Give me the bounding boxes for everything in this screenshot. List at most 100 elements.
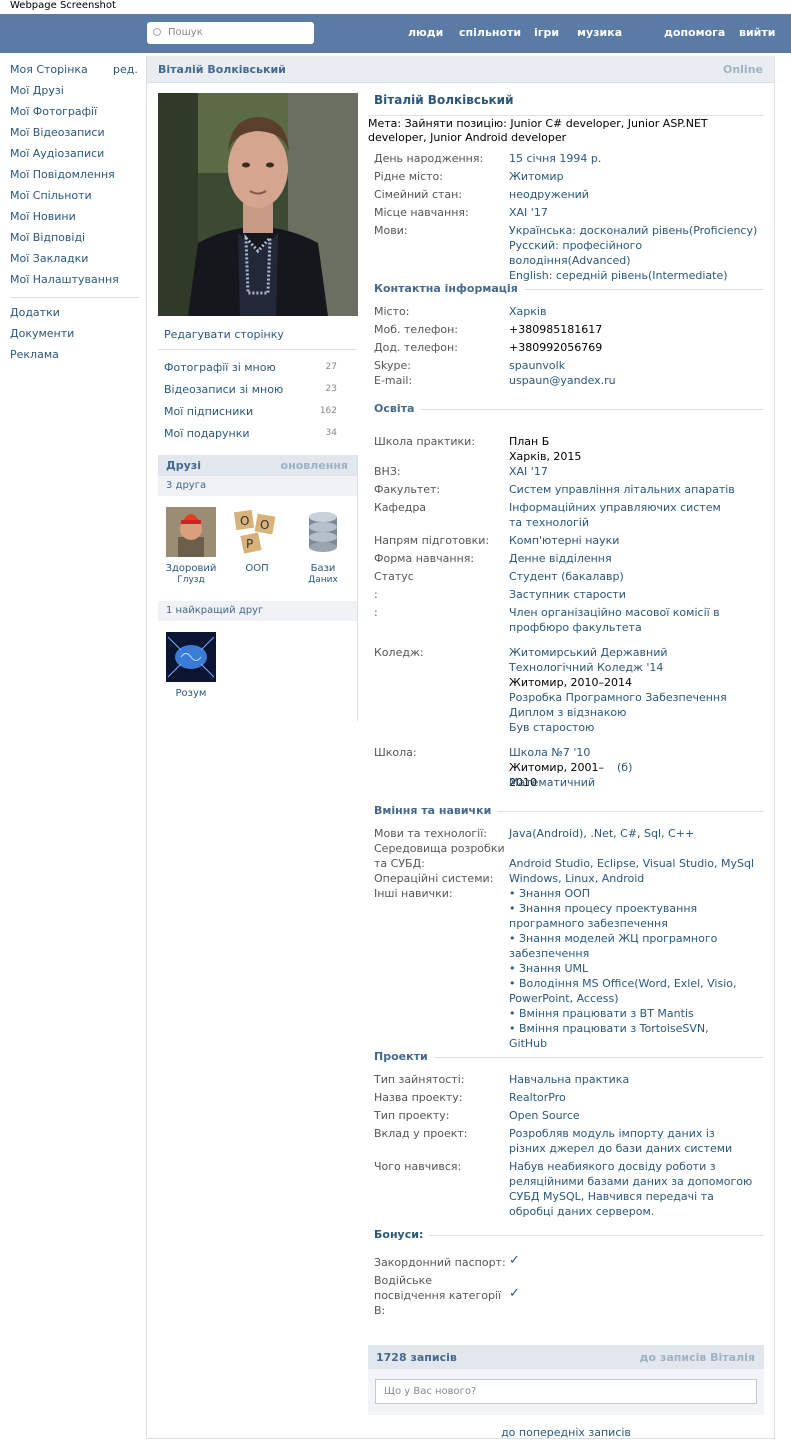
screenshot-caption: Webpage Screenshot: [10, 0, 116, 11]
employment-type-value[interactable]: Навчальна практика: [509, 1072, 764, 1087]
best-friend-card[interactable]: Розум: [161, 632, 221, 700]
department-value[interactable]: Інформаційних управляючих систем та техн…: [509, 500, 724, 530]
left-column-border: [357, 455, 358, 721]
info-label: Факультет:: [374, 483, 441, 496]
menu-documents[interactable]: Документи: [10, 327, 138, 348]
menu-my-page[interactable]: Моя Сторінка ред.: [10, 63, 138, 84]
counter-followers[interactable]: Мої підписники 162: [158, 405, 358, 421]
menu-ads[interactable]: Реклама: [10, 348, 138, 369]
menu-edit-link[interactable]: ред.: [113, 63, 138, 77]
section-education-title: Освіта: [374, 402, 764, 415]
counter-label: Фотографії зі мною: [164, 361, 276, 374]
college-value[interactable]: Житомирський Державний Технологічний Кол…: [509, 645, 729, 675]
college-details-value[interactable]: Розробка Програмного Забезпечення Диплом…: [509, 690, 764, 735]
school-class-value[interactable]: (б): [617, 760, 657, 775]
university-value[interactable]: ХАІ '17: [509, 464, 764, 479]
learned-value[interactable]: Набув неабиякого досвіду роботи з реляці…: [509, 1159, 759, 1219]
menu-apps[interactable]: Додатки: [10, 306, 138, 327]
wall-post-input[interactable]: Що у Вас нового?: [375, 1379, 757, 1404]
friends-count-bar[interactable]: 3 друга: [158, 476, 357, 496]
status-value[interactable]: Студент (бакалавр): [509, 569, 764, 584]
license-check-icon: ✓: [509, 1286, 520, 1301]
svg-text:O: O: [260, 518, 269, 532]
extra-phone-value: +380992056769: [509, 341, 603, 354]
role-value[interactable]: Член організаційно масової комісії в про…: [509, 605, 764, 635]
info-label: Середовища розробки та СУБД:: [374, 842, 505, 870]
counter-photos-with-me[interactable]: Фотографії зі мною 27: [158, 361, 358, 377]
study-place-value[interactable]: ХАІ '17: [509, 205, 764, 220]
section-contacts-title: Контактна інформація: [374, 282, 764, 295]
menu-my-photos[interactable]: Мої Фотографії: [10, 105, 138, 126]
friend-card[interactable]: OOP ООП: [227, 507, 287, 575]
counter-label: Мої подарунки: [164, 427, 250, 440]
info-label: Коледж:: [374, 646, 424, 659]
project-name-value[interactable]: RealtorPro: [509, 1090, 764, 1105]
school-profile-value[interactable]: Математичний: [509, 775, 764, 790]
info-label: Закордонний паспорт:: [374, 1256, 506, 1269]
study-form-value[interactable]: Денне відділення: [509, 551, 764, 566]
menu-my-bookmarks[interactable]: Мої Закладки: [10, 252, 138, 273]
menu-my-friends[interactable]: Мої Друзі: [10, 84, 138, 105]
section-projects-title: Проекти: [374, 1050, 764, 1063]
city-value[interactable]: Харків: [509, 304, 764, 319]
info-label: Дод. телефон:: [374, 341, 458, 354]
friend-avatar-siren-icon: [166, 507, 216, 557]
info-label: День народження:: [374, 152, 484, 165]
friend-name-sub: Даних: [308, 575, 338, 585]
school-value[interactable]: Школа №7 '10: [509, 745, 764, 760]
friends-updates-link[interactable]: оновлення: [281, 459, 348, 472]
nav-music[interactable]: музика: [577, 26, 622, 39]
nav-logout[interactable]: вийти: [739, 26, 775, 39]
menu-my-news[interactable]: Мої Новини: [10, 210, 138, 231]
section-bonus-title: Бонуси:: [374, 1228, 764, 1241]
counter-videos-with-me[interactable]: Відеозаписи зі мною 23: [158, 383, 358, 399]
info-label: Рідне місто:: [374, 170, 443, 183]
practice-school-value: План Б Харків, 2015: [509, 435, 582, 463]
relationship-value[interactable]: неодружений: [509, 187, 764, 202]
email-value[interactable]: uspaun@yandex.ru: [509, 373, 764, 388]
edit-page-link[interactable]: Редагувати сторінку: [164, 328, 284, 341]
nav-games[interactable]: ігри: [534, 26, 559, 39]
older-posts-link[interactable]: до попередніх записів: [367, 1426, 765, 1439]
ide-value[interactable]: Android Studio, Eclipse, Visual Studio, …: [509, 856, 764, 871]
info-label: E-mail:: [374, 374, 413, 387]
project-type-value[interactable]: Open Source: [509, 1108, 764, 1123]
nav-people[interactable]: люди: [408, 26, 443, 39]
menu-my-videos[interactable]: Мої Відеозаписи: [10, 126, 138, 147]
friends-header[interactable]: Друзі оновлення: [158, 455, 357, 476]
profile-photo[interactable]: [158, 93, 358, 316]
counter-gifts[interactable]: Мої подарунки 34: [158, 427, 358, 443]
skype-value[interactable]: spaunvolk: [509, 358, 764, 373]
hometown-value[interactable]: Житомир: [509, 169, 764, 184]
menu-my-settings[interactable]: Мої Налаштування: [10, 273, 138, 294]
role-value[interactable]: Заступник старости: [509, 587, 764, 602]
wall-count[interactable]: 1728 записів: [376, 1351, 457, 1364]
nav-communities[interactable]: спільноти: [459, 26, 521, 39]
menu-my-messages[interactable]: Мої Повідомлення: [10, 168, 138, 189]
best-friend-bar[interactable]: 1 найкращий друг: [158, 601, 357, 621]
info-label: :: [374, 588, 378, 601]
menu-my-answers[interactable]: Мої Відповіді: [10, 231, 138, 252]
menu-my-communities[interactable]: Мої Спільноти: [10, 189, 138, 210]
search-input[interactable]: Пошук: [147, 22, 314, 44]
info-label: Операційні системи:: [374, 872, 494, 885]
info-label: Місто:: [374, 305, 410, 318]
wall-own-posts-link[interactable]: до записів Віталія: [640, 1351, 755, 1364]
counter-label: Мої підписники: [164, 405, 254, 418]
friend-card[interactable]: Здоровий Глузд: [161, 507, 221, 586]
birthday-value[interactable]: 15 січня 1994 р.: [509, 151, 764, 166]
specialty-value[interactable]: Комп'ютерні науки: [509, 533, 764, 548]
faculty-value[interactable]: Систем управління літальних апаратів: [509, 482, 764, 497]
info-label: Інші навички:: [374, 887, 453, 900]
section-skills-title: Вміння та навички: [374, 804, 764, 817]
other-skills-value[interactable]: • Знання ООП • Знання процесу проектуван…: [509, 886, 749, 1051]
friend-card[interactable]: Бази Даних: [293, 507, 353, 586]
menu-my-audio[interactable]: Мої Аудіозаписи: [10, 147, 138, 168]
technologies-value[interactable]: Java(Android), .Net, C#, Sql, C++: [509, 826, 764, 841]
info-label: Статус: [374, 570, 414, 583]
nav-help[interactable]: допомога: [664, 26, 725, 39]
languages-value[interactable]: Українська: досконалий рівень(Proficienc…: [509, 223, 764, 283]
os-value[interactable]: Windows, Linux, Android: [509, 871, 764, 886]
contribution-value[interactable]: Розробляв модуль імпорту даних із різних…: [509, 1126, 734, 1156]
best-friend-title: 1 найкращий друг: [166, 605, 264, 616]
